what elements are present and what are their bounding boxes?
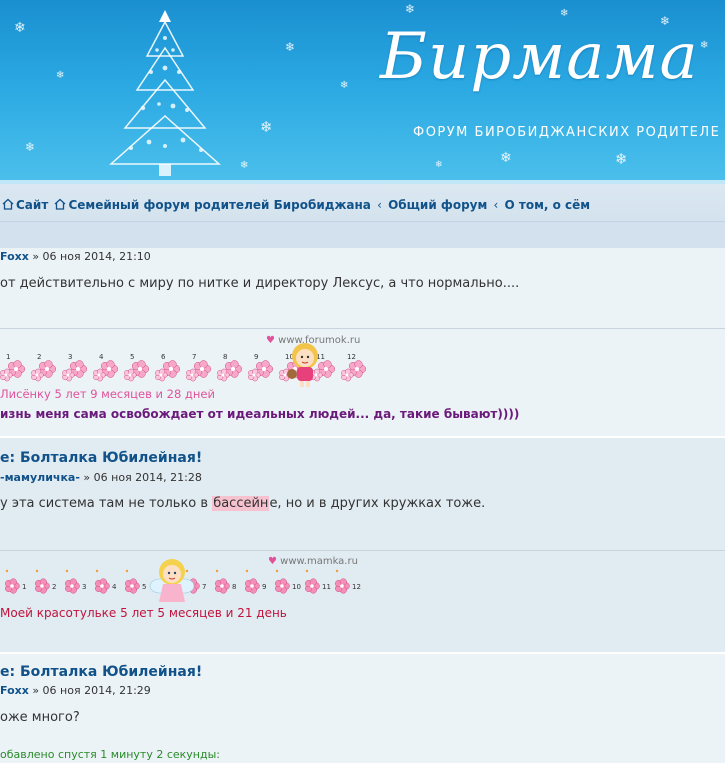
dot <box>215 569 219 573</box>
breadcrumb-item-forum-index[interactable]: Семейный форум родителей Биробиджана <box>68 198 370 212</box>
ticker-number: 12 <box>352 583 361 591</box>
site-header-banner: ❄ ❄ ❄ ❄ ❄ ❄ ❄ ❄ ❄ ❄ ❄ ❄ ❄ ❄ Бирмама ФОРУ… <box>0 0 725 184</box>
snowflake-icon: ❄ <box>500 150 512 166</box>
flower-icon <box>95 578 110 594</box>
snowflake-icon: ❄ <box>25 140 36 154</box>
dot <box>185 569 189 573</box>
snowflake-icon: ❄ <box>260 118 273 136</box>
search-highlight: бассейн <box>212 496 270 511</box>
breadcrumb-separator: ‹ <box>377 198 382 212</box>
christmas-tree-icon <box>109 10 221 176</box>
ticker-number: 12 <box>347 353 356 361</box>
dot <box>275 569 279 573</box>
snowflake-icon: ❄ <box>14 20 26 36</box>
snowflake-icon: ❄ <box>405 2 416 16</box>
flower-icon <box>305 578 320 594</box>
ticker-number: 10 <box>292 583 301 591</box>
flower-icon <box>5 578 20 594</box>
ticker-number: 8 <box>223 353 227 361</box>
ticker-number: 7 <box>202 583 206 591</box>
snowflake-icon: ❄ <box>560 8 569 19</box>
snowflake-icon: ❄ <box>285 40 296 54</box>
author-link[interactable]: Foxx <box>0 250 29 263</box>
breadcrumb-item-current-forum[interactable]: О том, о сём <box>504 198 590 212</box>
post: е: Болталка Юбилейная! Foxx » 06 ноя 201… <box>0 654 725 764</box>
snowflake-icon: ❄ <box>56 70 65 81</box>
ticker-number: 9 <box>254 353 258 361</box>
home-icon <box>2 198 14 210</box>
ticker-number: 2 <box>52 583 56 591</box>
ticker-number: 4 <box>112 583 117 591</box>
snowflake-icon: ❄ <box>615 150 628 168</box>
ticker-number: 5 <box>130 353 134 361</box>
flower-icon <box>275 578 290 594</box>
post-content: от действительно с миру по нитке и дирек… <box>0 276 520 291</box>
signature-caption: Лисёнку 5 лет 9 месяцев и 28 дней <box>0 387 215 401</box>
flower-icon <box>65 578 80 594</box>
ticker-number: 3 <box>68 353 72 361</box>
flower-icon <box>125 578 140 594</box>
ticker-number: 5 <box>142 583 146 591</box>
dot <box>65 569 69 573</box>
site-logo[interactable]: Бирмама <box>380 20 699 94</box>
ticker-number: 1 <box>6 353 10 361</box>
ticker-number: 4 <box>99 353 104 361</box>
author-link[interactable]: -мамуличка- <box>0 471 80 484</box>
post-content: оже много? <box>0 710 80 725</box>
dot <box>305 569 309 573</box>
post-author-line: Foxx » 06 ноя 2014, 21:29 <box>0 684 151 697</box>
dot <box>125 569 129 573</box>
signature-caption: Моей красотульке 5 лет 5 месяцев и 21 де… <box>0 606 287 620</box>
breadcrumb: Сайт Семейный форум родителей Биробиджан… <box>0 198 590 212</box>
site-subtitle: ФОРУМ БИРОБИДЖАНСКИХ РОДИТЕЛЕ <box>413 125 721 140</box>
ticker-number: 8 <box>232 583 236 591</box>
ticker-number: 7 <box>192 353 196 361</box>
post-date: » 06 ноя 2014, 21:29 <box>32 684 151 697</box>
navbar-subbar <box>0 222 725 248</box>
post-author-line: Foxx » 06 ноя 2014, 21:10 <box>0 250 151 263</box>
snowflake-icon: ❄ <box>435 160 443 170</box>
post-title[interactable]: е: Болталка Юбилейная! <box>0 664 202 680</box>
dot <box>35 569 39 573</box>
flower-icon <box>35 578 50 594</box>
post-date: » 06 ноя 2014, 21:10 <box>32 250 151 263</box>
signature-ticker-2: 1 2 3 4 5 7 8 9 10 11 12 <box>5 559 361 602</box>
ticker-number: 2 <box>37 353 41 361</box>
post-content: у эта система там не только в бассейне, … <box>0 496 486 511</box>
post-author-line: -мамуличка- » 06 ноя 2014, 21:28 <box>0 471 202 484</box>
signature-divider <box>0 550 725 551</box>
flower-icon <box>245 578 260 594</box>
signature-ticker-1: 1 2 3 4 5 6 7 8 9 10 11 12 <box>0 343 366 387</box>
snowflake-icon: ❄ <box>340 80 349 91</box>
angel-girl-icon <box>149 559 195 602</box>
signature-quote: изнь меня сама освобождает от идеальных … <box>0 407 520 421</box>
ticker-number: 9 <box>262 583 266 591</box>
flower-icon <box>335 578 350 594</box>
author-link[interactable]: Foxx <box>0 684 29 697</box>
flower-icon <box>215 578 230 594</box>
post-date: » 06 ноя 2014, 21:28 <box>83 471 202 484</box>
snowflake-icon: ❄ <box>700 40 709 51</box>
navbar: Сайт Семейный форум родителей Биробиджан… <box>0 184 725 248</box>
breadcrumb-separator: ‹ <box>493 198 499 212</box>
home-icon <box>55 198 66 210</box>
snowflake-icon: ❄ <box>240 160 249 171</box>
dot <box>5 569 9 573</box>
dot <box>245 569 249 573</box>
breadcrumb-item-site[interactable]: Сайт <box>16 198 48 212</box>
dot <box>95 569 99 573</box>
dot <box>335 569 339 573</box>
post: Foxx » 06 ноя 2014, 21:10 от действитель… <box>0 248 725 437</box>
post-title[interactable]: е: Болталка Юбилейная! <box>0 450 202 466</box>
ticker-number: 11 <box>322 583 331 591</box>
signature-divider <box>0 328 725 329</box>
post: е: Болталка Юбилейная! -мамуличка- » 06 … <box>0 438 725 653</box>
ticker-number: 3 <box>82 583 86 591</box>
breadcrumb-item-general-forum[interactable]: Общий форум <box>388 198 487 212</box>
ticker-number: 1 <box>22 583 26 591</box>
post-edit-note: обавлено спустя 1 минуту 2 секунды: <box>0 748 220 761</box>
ticker-number: 6 <box>161 353 166 361</box>
